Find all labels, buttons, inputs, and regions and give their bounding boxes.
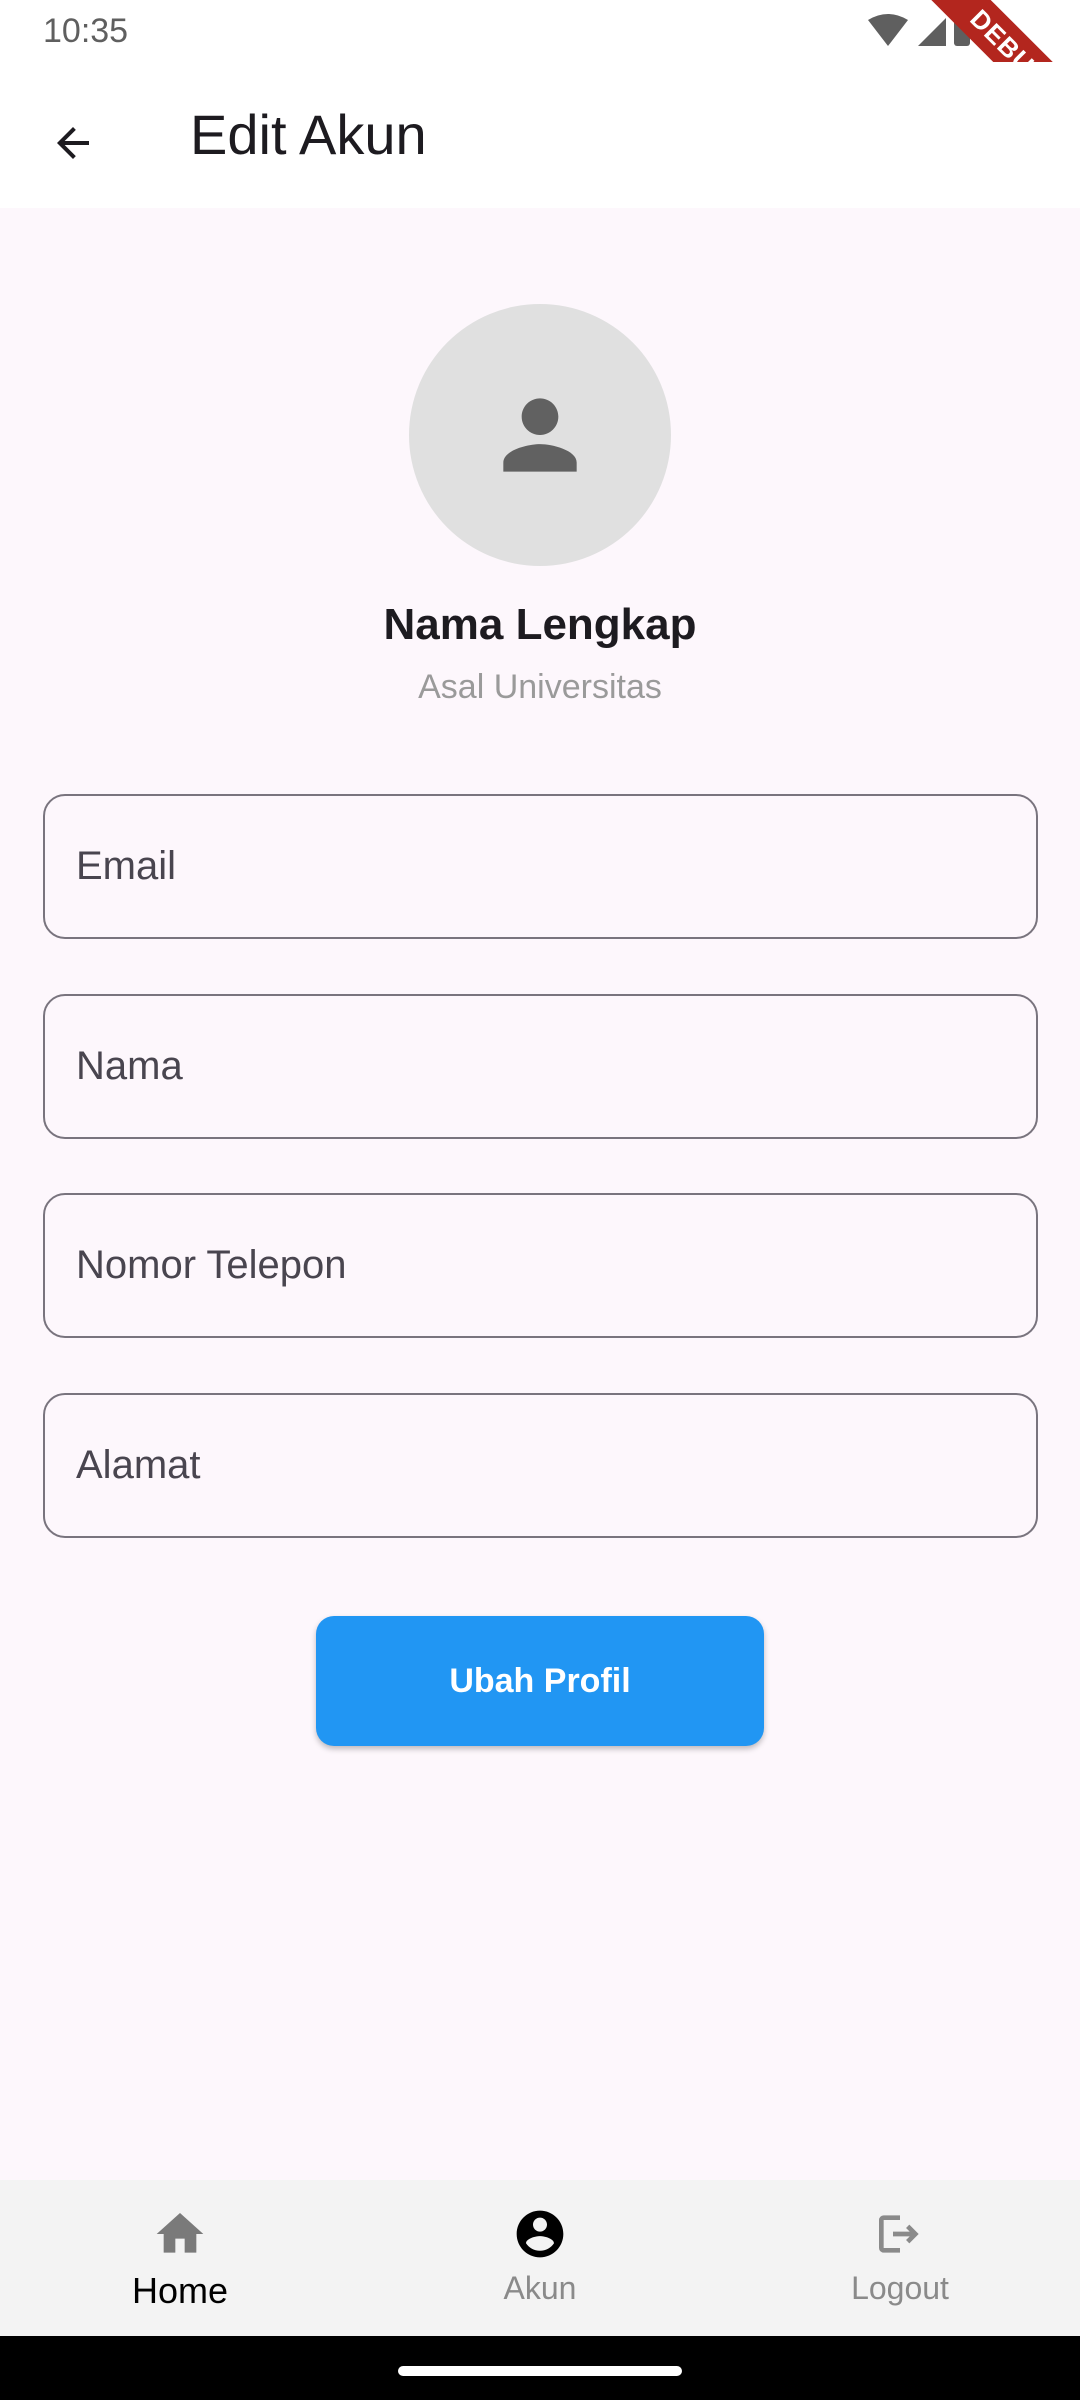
- profile-name: Nama Lengkap: [383, 600, 697, 649]
- email-field[interactable]: Email: [43, 794, 1038, 939]
- app-bar: Edit Akun: [0, 62, 1080, 208]
- home-icon: [156, 2213, 204, 2253]
- nav-item-home[interactable]: Home: [0, 2180, 360, 2336]
- page-title: Edit Akun: [190, 103, 427, 166]
- address-field-label: Alamat: [76, 1443, 201, 1487]
- back-button[interactable]: [28, 98, 118, 188]
- name-field[interactable]: Nama: [43, 994, 1038, 1139]
- wifi-icon: [868, 14, 908, 46]
- account-circle-icon: [516, 2210, 564, 2258]
- email-field-label: Email: [76, 844, 177, 888]
- avatar[interactable]: [409, 304, 671, 566]
- system-nav-bar: [0, 2336, 1080, 2400]
- name-field-label: Nama: [76, 1044, 183, 1088]
- profile-university: Asal Universitas: [418, 668, 662, 706]
- phone-field[interactable]: Nomor Telepon: [43, 1193, 1038, 1338]
- person-icon: [503, 398, 577, 472]
- status-time: 10:35: [43, 12, 129, 50]
- nav-item-akun[interactable]: Akun: [360, 2180, 720, 2336]
- nav-item-logout[interactable]: Logout: [720, 2180, 1080, 2336]
- update-profile-label: Ubah Profil: [449, 1661, 631, 1700]
- nav-label-home: Home: [131, 2270, 229, 2311]
- signal-icon: [918, 18, 946, 46]
- status-bar: 10:35 DEBUG: [0, 0, 1080, 156]
- phone-field-label: Nomor Telepon: [76, 1243, 347, 1287]
- nav-label-logout: Logout: [851, 2270, 949, 2306]
- bottom-nav: Home Akun Logout: [0, 2180, 1080, 2336]
- nav-label-akun: Akun: [503, 2270, 577, 2306]
- update-profile-button[interactable]: Ubah Profil: [316, 1616, 764, 1746]
- logout-icon: [879, 2215, 919, 2253]
- arrow-back-icon: [57, 127, 89, 159]
- home-gesture-pill[interactable]: [398, 2366, 682, 2376]
- content-area: Nama Lengkap Asal Universitas Email Nama…: [0, 208, 1080, 2180]
- address-field[interactable]: Alamat: [43, 1393, 1038, 1538]
- edit-account-screen: 10:35 DEBUG Edit Akun Nama Lengkap Asal …: [0, 0, 1080, 2400]
